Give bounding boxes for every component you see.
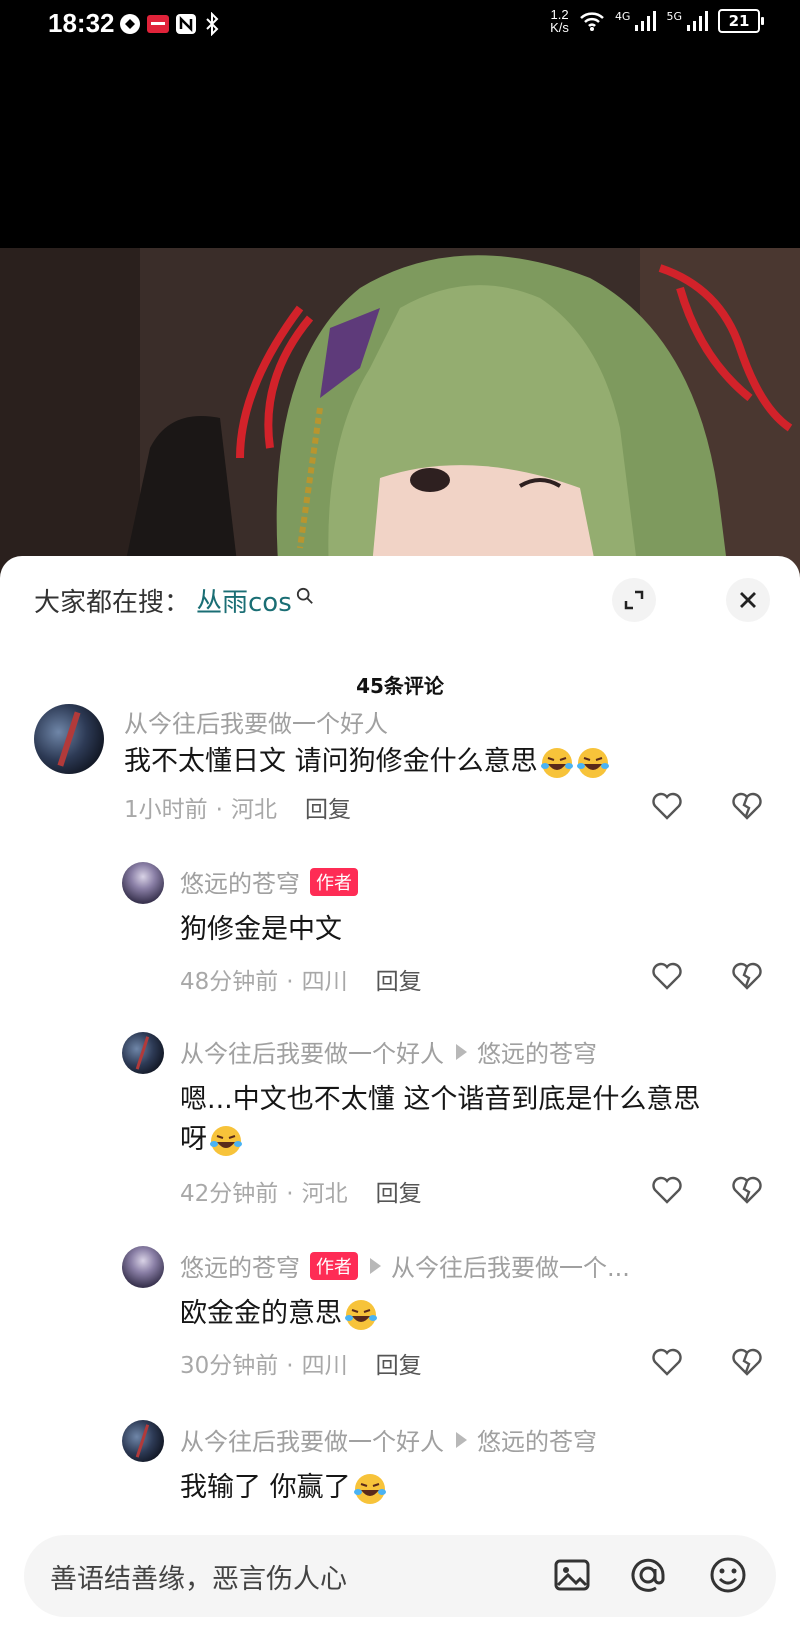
expand-button[interactable]: [612, 578, 656, 622]
status-right: 1.2 K/s 4G 5G 21: [550, 8, 764, 34]
username-text: 悠远的苍穹: [180, 1254, 300, 1282]
comment-text-content: 我不太懂日文 请问狗修金什么意思: [124, 746, 538, 777]
comment-text-content: 呀: [180, 1124, 207, 1155]
comment-text-content: 欧金金的意思: [180, 1298, 342, 1329]
image-icon[interactable]: [552, 1555, 592, 1595]
app-notification-icon: [120, 14, 140, 34]
comment-text-line: 呀: [180, 1120, 700, 1160]
signal-icon: [635, 11, 657, 31]
video-player[interactable]: [0, 248, 800, 588]
like-heart-icon[interactable]: [652, 962, 682, 990]
trending-search-link[interactable]: 丛雨cos: [196, 582, 292, 619]
username-text: 悠远的苍穹: [180, 870, 300, 898]
laughing-crying-emoji-icon: [345, 1299, 377, 1330]
author-badge: 作者: [310, 867, 358, 896]
username-text: 从今往后我要做一个好人: [180, 1040, 444, 1068]
reply-to-username[interactable]: 从今往后我要做一个...: [391, 1248, 630, 1283]
reply-button[interactable]: 回复: [376, 969, 422, 995]
reply-to-username[interactable]: 悠远的苍穹: [477, 1034, 597, 1069]
status-bar: 18:32 1.2 K/s 4G 5G 21: [0, 0, 800, 48]
dislike-broken-heart-icon[interactable]: [732, 1348, 762, 1376]
comment-location: 河北: [301, 1181, 348, 1207]
comment-text-content: 我输了 你赢了: [180, 1472, 351, 1503]
like-heart-icon[interactable]: [652, 1348, 682, 1376]
avatar[interactable]: [122, 1032, 164, 1074]
comment-username[interactable]: 从今往后我要做一个好人 悠远的苍穹: [180, 1422, 597, 1457]
comment-input-bar[interactable]: 善语结善缘，恶言伤人心: [24, 1535, 776, 1617]
avatar[interactable]: [122, 862, 164, 904]
expand-icon: [624, 590, 644, 610]
like-heart-icon[interactable]: [652, 1176, 682, 1204]
like-heart-icon[interactable]: [652, 792, 682, 820]
reply-button[interactable]: 回复: [376, 1181, 422, 1207]
comment-text-line: 嗯...中文也不太懂 这个谐音到底是什么意思: [180, 1084, 701, 1115]
comment-text: 欧金金的意思: [180, 1294, 378, 1334]
emoji-smile-icon[interactable]: [708, 1555, 748, 1595]
username-text: 从今往后我要做一个好人: [180, 1428, 444, 1456]
mention-icon[interactable]: [628, 1555, 668, 1595]
comment-count: 45条评论: [356, 674, 444, 698]
network-speed: 1.2 K/s: [550, 8, 569, 34]
avatar[interactable]: [122, 1420, 164, 1462]
comment-text: 狗修金是中文: [180, 914, 342, 945]
comment-username[interactable]: 悠远的苍穹 作者 从今往后我要做一个...: [180, 1248, 630, 1283]
avatar[interactable]: [122, 1246, 164, 1288]
comment-username[interactable]: 从今往后我要做一个好人 悠远的苍穹: [180, 1034, 597, 1069]
speed-unit: K/s: [550, 20, 569, 35]
network-4g-label: 4G: [614, 9, 631, 23]
news-app-icon: [147, 15, 169, 33]
close-icon: [740, 592, 756, 608]
comment-meta: 42分钟前 · 河北 回复: [180, 1181, 422, 1207]
comment-meta: 30分钟前 · 四川 回复: [180, 1353, 422, 1379]
comment-text: 我不太懂日文 请问狗修金什么意思: [124, 742, 610, 782]
search-icon: [296, 587, 313, 604]
comment-time: 48分钟前: [180, 969, 279, 995]
dislike-broken-heart-icon[interactable]: [732, 962, 762, 990]
comment-meta: 1小时前 · 河北 回复: [124, 797, 351, 823]
wifi-icon: [580, 12, 604, 31]
comment-username[interactable]: 悠远的苍穹 作者: [180, 864, 358, 899]
comment-input-placeholder[interactable]: 善语结善缘，恶言伤人心: [50, 1557, 347, 1596]
signal-icon: [687, 11, 708, 31]
nfc-icon: [176, 14, 196, 34]
comment-meta: 48分钟前 · 四川 回复: [180, 969, 422, 995]
trending-search-bar: 大家都在搜： 丛雨cos: [34, 582, 314, 619]
comment-username[interactable]: 从今往后我要做一个好人: [124, 704, 388, 739]
reply-to-username[interactable]: 悠远的苍穹: [477, 1422, 597, 1457]
avatar[interactable]: [34, 704, 104, 774]
trending-search-label: 大家都在搜：: [34, 588, 191, 618]
reply-button[interactable]: 回复: [305, 797, 351, 823]
author-badge: 作者: [310, 1251, 358, 1280]
status-time: 18:32: [48, 8, 115, 38]
comment-location: 四川: [301, 1353, 348, 1379]
close-button[interactable]: [726, 578, 770, 622]
reply-to-arrow-icon: [456, 1043, 467, 1060]
comment-location: 四川: [301, 969, 348, 995]
comment-time: 30分钟前: [180, 1353, 279, 1379]
laughing-crying-emoji-icon: [576, 747, 609, 778]
network-5g-label: 5G: [666, 9, 682, 23]
video-frame-image: [0, 248, 800, 588]
dislike-broken-heart-icon[interactable]: [732, 1176, 762, 1204]
reply-to-arrow-icon: [456, 1431, 467, 1448]
reply-button[interactable]: 回复: [376, 1353, 422, 1379]
comment-location: 河北: [230, 797, 277, 823]
username-text: 从今往后我要做一个好人: [124, 710, 388, 738]
comment-text: 嗯...中文也不太懂 这个谐音到底是什么意思呀: [180, 1080, 700, 1160]
comment-panel: 大家都在搜： 丛雨cos 45条评论 从今往后我要做一个好人 我不太懂日文 请问…: [0, 556, 800, 1634]
battery-level: 21: [728, 12, 750, 30]
bluetooth-icon: [206, 12, 219, 36]
dislike-broken-heart-icon[interactable]: [732, 792, 762, 820]
comment-time: 42分钟前: [180, 1181, 279, 1207]
battery-indicator: 21: [718, 9, 764, 33]
laughing-crying-emoji-icon: [540, 747, 573, 778]
laughing-crying-emoji-icon: [353, 1473, 386, 1504]
comment-text: 我输了 你赢了: [180, 1468, 387, 1508]
laughing-crying-emoji-icon: [210, 1125, 242, 1156]
comment-time: 1小时前: [124, 797, 208, 823]
reply-to-arrow-icon: [370, 1257, 381, 1274]
